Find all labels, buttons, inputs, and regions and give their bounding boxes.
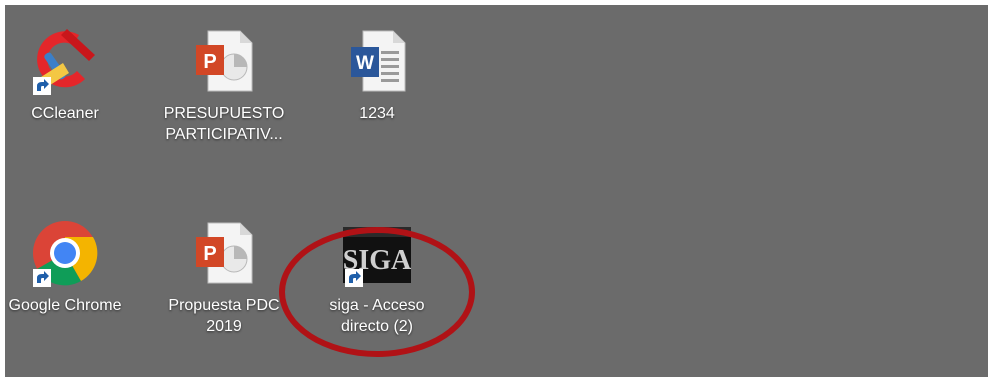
- ccleaner-icon: [29, 25, 101, 97]
- desktop-icon-ccleaner[interactable]: CCleaner: [5, 25, 130, 124]
- desktop-icon-google-chrome[interactable]: Google Chrome: [5, 217, 130, 316]
- icon-label: CCleaner: [31, 105, 99, 122]
- chrome-icon: [29, 217, 101, 289]
- svg-text:P: P: [203, 243, 216, 265]
- powerpoint-file-icon: P: [188, 25, 260, 97]
- powerpoint-file-icon: P: [188, 217, 260, 289]
- word-document-icon: W: [341, 25, 413, 97]
- desktop-icon-1234[interactable]: W 1234: [312, 25, 442, 124]
- svg-text:P: P: [203, 51, 216, 73]
- shortcut-arrow-icon: [33, 269, 51, 287]
- icon-label: siga - Acceso directo (2): [329, 297, 425, 335]
- shortcut-arrow-icon: [33, 77, 51, 95]
- desktop-area[interactable]: CCleaner P PRESUPUESTO PARTICIPATIV... W…: [5, 5, 988, 377]
- desktop-icon-siga[interactable]: SIGA siga - Acceso directo (2): [312, 217, 442, 337]
- desktop-icon-presupuesto[interactable]: P PRESUPUESTO PARTICIPATIV...: [159, 25, 289, 145]
- svg-text:W: W: [356, 53, 374, 74]
- icon-label: Google Chrome: [8, 297, 122, 314]
- icon-label: 1234: [359, 105, 395, 122]
- siga-icon: SIGA: [341, 217, 413, 289]
- icon-label: PRESUPUESTO PARTICIPATIV...: [163, 105, 285, 143]
- desktop-icon-propuesta-pdc[interactable]: P Propuesta PDC 2019: [159, 217, 289, 337]
- shortcut-arrow-icon: [345, 269, 363, 287]
- icon-label: Propuesta PDC 2019: [168, 297, 280, 335]
